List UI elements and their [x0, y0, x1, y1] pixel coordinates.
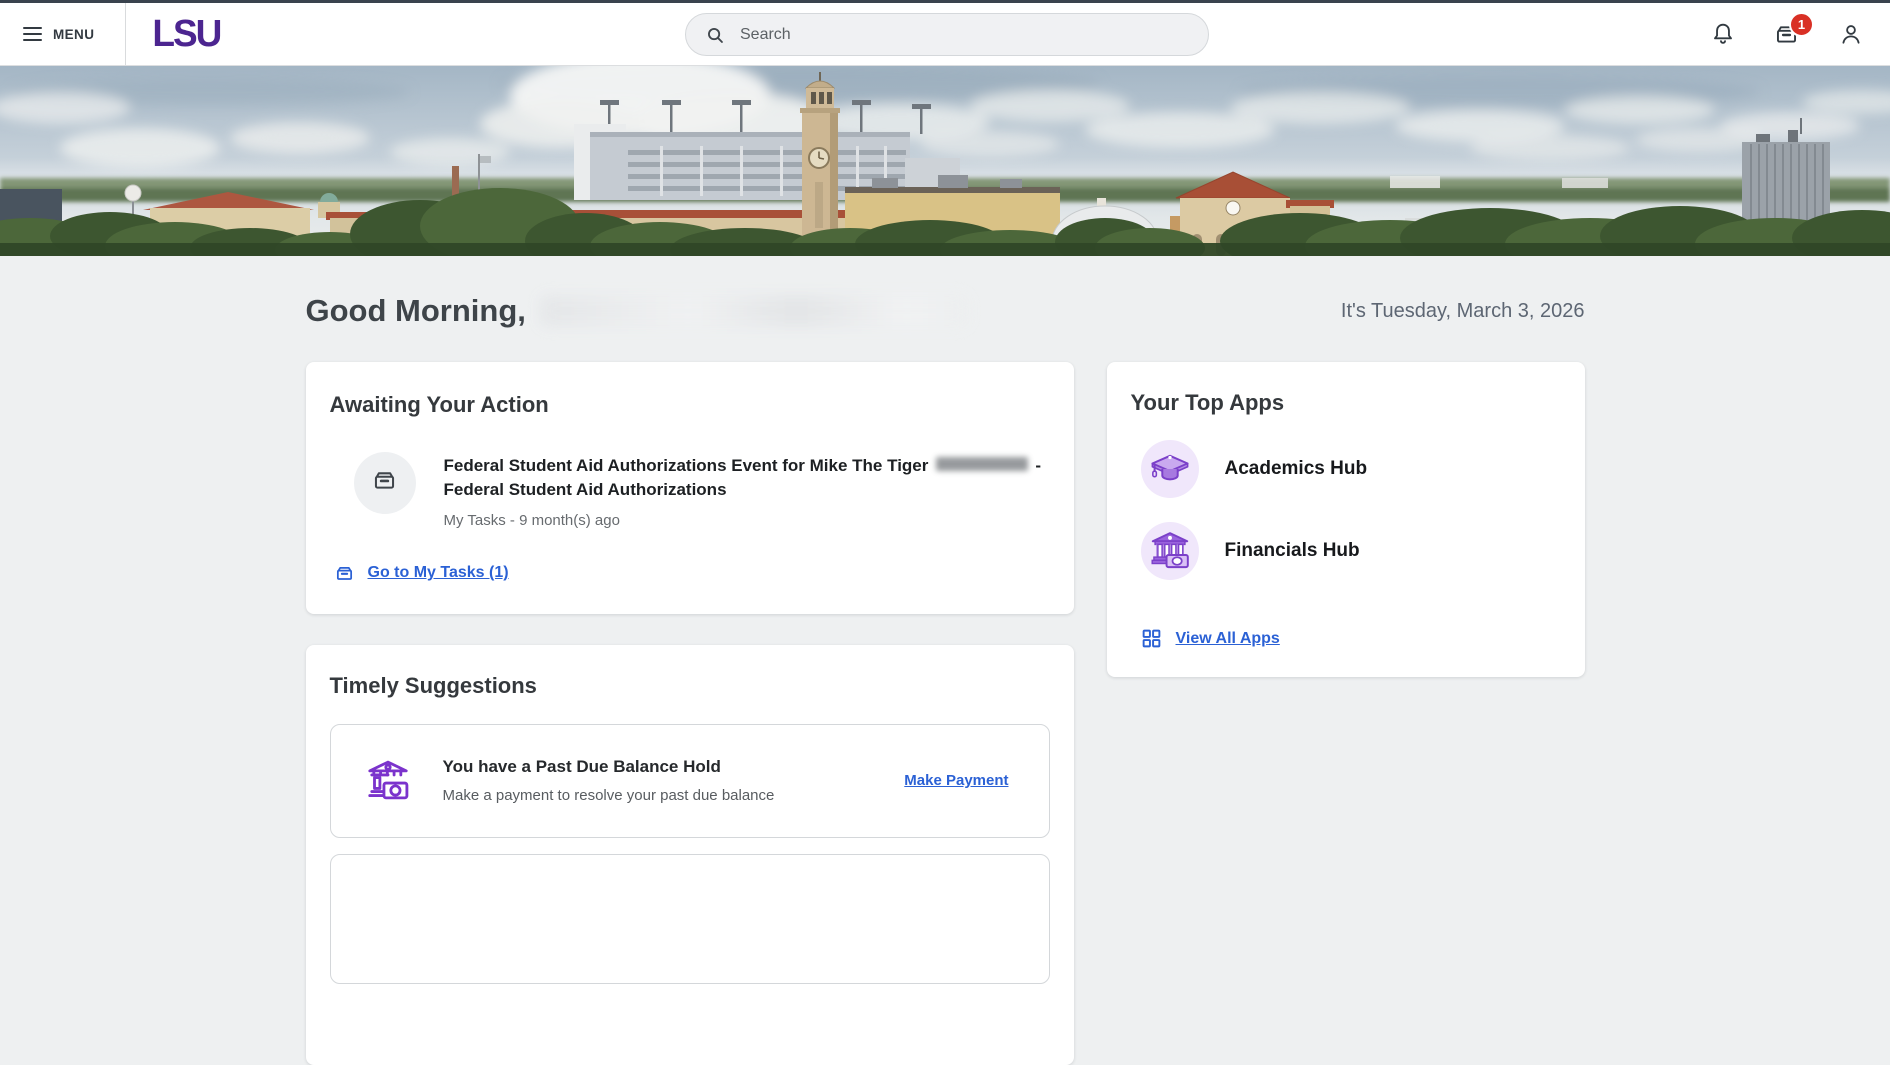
page-title: Good Morning, — [306, 293, 968, 329]
greeting-row: Good Morning, It's Tuesday, March 3, 202… — [306, 293, 1585, 329]
timely-suggestions-card: Timely Suggestions You have a Past Due B… — [305, 644, 1074, 1065]
app-avatar — [1140, 440, 1199, 498]
suggestion-description: Make a payment to resolve your past due … — [442, 787, 775, 805]
redacted-student-id — [936, 457, 1029, 471]
inbox-icon — [334, 563, 355, 584]
app-label: Academics Hub — [1224, 458, 1368, 479]
header-icons: 1 — [1709, 3, 1864, 66]
profile-icon — [1838, 25, 1864, 50]
suggestion-title: You have a Past Due Balance Hold — [442, 757, 721, 777]
bank-money-icon — [361, 754, 415, 808]
bell-icon — [1710, 23, 1736, 50]
suggestion-item: You have a Past Due Balance Hold Make a … — [329, 723, 1050, 838]
greeting-text: Good Morning, — [305, 293, 526, 328]
search-icon — [704, 24, 726, 46]
task-avatar — [353, 452, 416, 514]
lsu-logo[interactable]: LSU — [152, 13, 222, 56]
app-row-financials-hub[interactable]: Financials Hub — [1140, 522, 1561, 580]
profile-button[interactable] — [1837, 21, 1864, 48]
make-payment-link[interactable]: Make Payment — [904, 772, 1008, 789]
awaiting-your-action-card: Awaiting Your Action Federal Student Aid… — [305, 362, 1074, 614]
suggestion-item-partial — [329, 853, 1050, 984]
go-to-my-tasks-link[interactable]: Go to My Tasks (1) — [368, 564, 509, 582]
timely-card-title: Timely Suggestions — [329, 672, 537, 698]
task-meta: My Tasks - 9 month(s) ago — [443, 511, 620, 529]
menu-label: MENU — [53, 26, 95, 42]
app-row-academics-hub[interactable]: Academics Hub — [1140, 440, 1561, 498]
app-header: MENU LSU Search 1 — [0, 3, 1890, 66]
view-all-apps-link[interactable]: View All Apps — [1176, 630, 1280, 648]
task-title-start: Federal Student Aid Authorizations Event… — [443, 456, 929, 475]
grid-icon — [1141, 628, 1162, 649]
search-input[interactable] — [738, 24, 1190, 45]
graduation-cap-icon — [1148, 447, 1192, 491]
inbox-count-badge: 1 — [1789, 12, 1814, 37]
redacted-user-name — [539, 295, 968, 327]
my-tasks-inbox-button[interactable]: 1 — [1773, 12, 1814, 51]
bank-money-icon — [1147, 528, 1193, 574]
hamburger-icon — [23, 26, 42, 42]
awaiting-card-title: Awaiting Your Action — [329, 392, 549, 417]
inbox-icon — [371, 467, 398, 499]
header-divider — [125, 3, 127, 65]
task-row: Federal Student Aid Authorizations Event… — [353, 452, 1050, 529]
menu-button[interactable]: MENU — [19, 21, 98, 48]
task-title[interactable]: Federal Student Aid Authorizations Event… — [444, 454, 1050, 503]
page: MENU LSU Search 1 Good Morning, It's Tue… — [0, 0, 1890, 1065]
current-date: It's Tuesday, March 3, 2026 — [1340, 299, 1585, 322]
top-apps-card-title: Your Top Apps — [1130, 390, 1285, 415]
app-avatar — [1140, 522, 1199, 580]
inbox-icon — [1773, 26, 1800, 51]
campus-hero-image — [0, 66, 1890, 256]
search-bar[interactable] — [685, 13, 1209, 56]
your-top-apps-card: Your Top Apps Academics Hub Financials H… — [1106, 362, 1585, 677]
notifications-button[interactable] — [1709, 21, 1736, 48]
app-label: Financials Hub — [1224, 540, 1360, 561]
